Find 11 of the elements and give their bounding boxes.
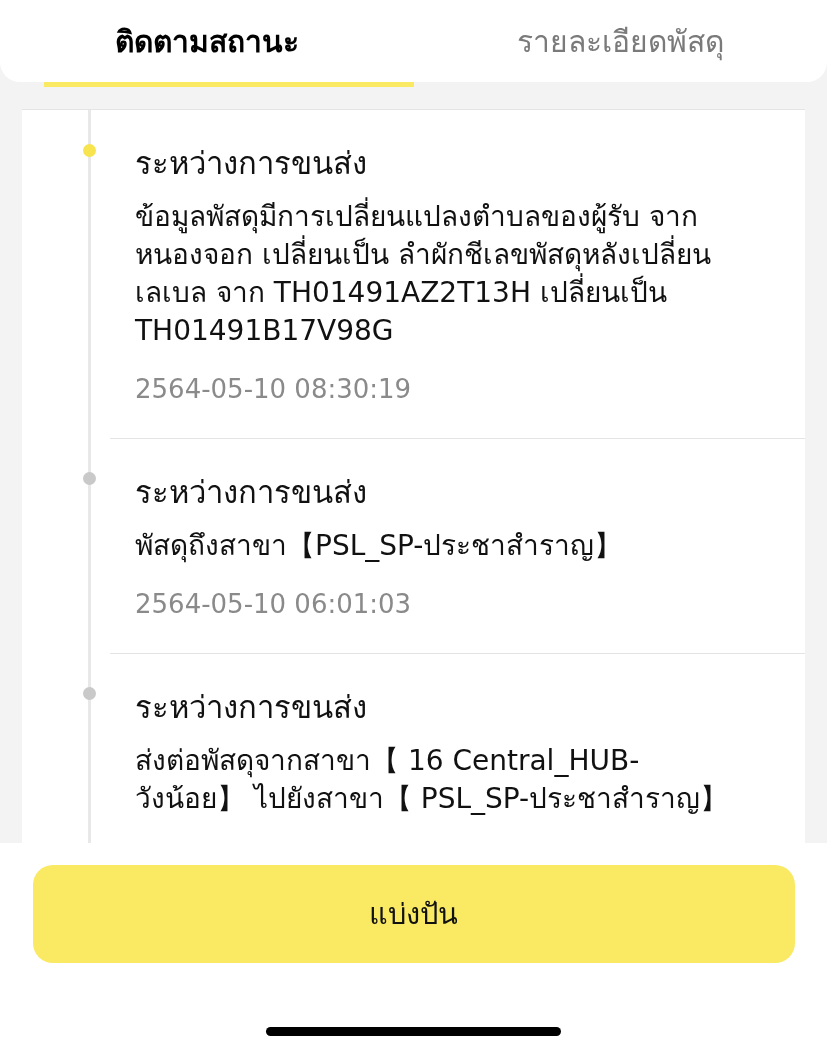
event-time: 2564-05-10 06:01:03	[135, 589, 413, 619]
event-description: ข้อมูลพัสดุมีการเปลี่ยนแปลงตำบลของผู้รับ จาก หนองจอก เปลี่ยนเป็น ลำผักชีเลขพัสดุหลังเปลี่ยนเลเบล จาก TH01491AZ2T13H เปลี่ยนเป็น TH01491B17V98G	[135, 198, 749, 350]
tab[interactable]: ติดตามสถานะ	[0, 0, 414, 82]
tab[interactable]: รายละเอียดพัสดุ	[413, 0, 827, 82]
event-description: พัสดุถึงสาขา【PSL_SP-ประชาสำราญ】	[135, 528, 624, 565]
event-description: ส่งต่อพัสดุจากสาขา【 16 Central_HUB-วังน้อย】 ไปยังสาขา【 PSL_SP-ประชาสำราญ】	[135, 743, 730, 817]
event-title: ระหว่างการขนส่ง	[135, 688, 368, 726]
event-time: 2564-05-10 08:30:19	[135, 374, 413, 404]
event-title: ระหว่างการขนส่ง	[135, 473, 368, 511]
event-title: ระหว่างการขนส่ง	[135, 144, 368, 182]
share-button[interactable]: แบ่งปัน	[32, 865, 795, 963]
